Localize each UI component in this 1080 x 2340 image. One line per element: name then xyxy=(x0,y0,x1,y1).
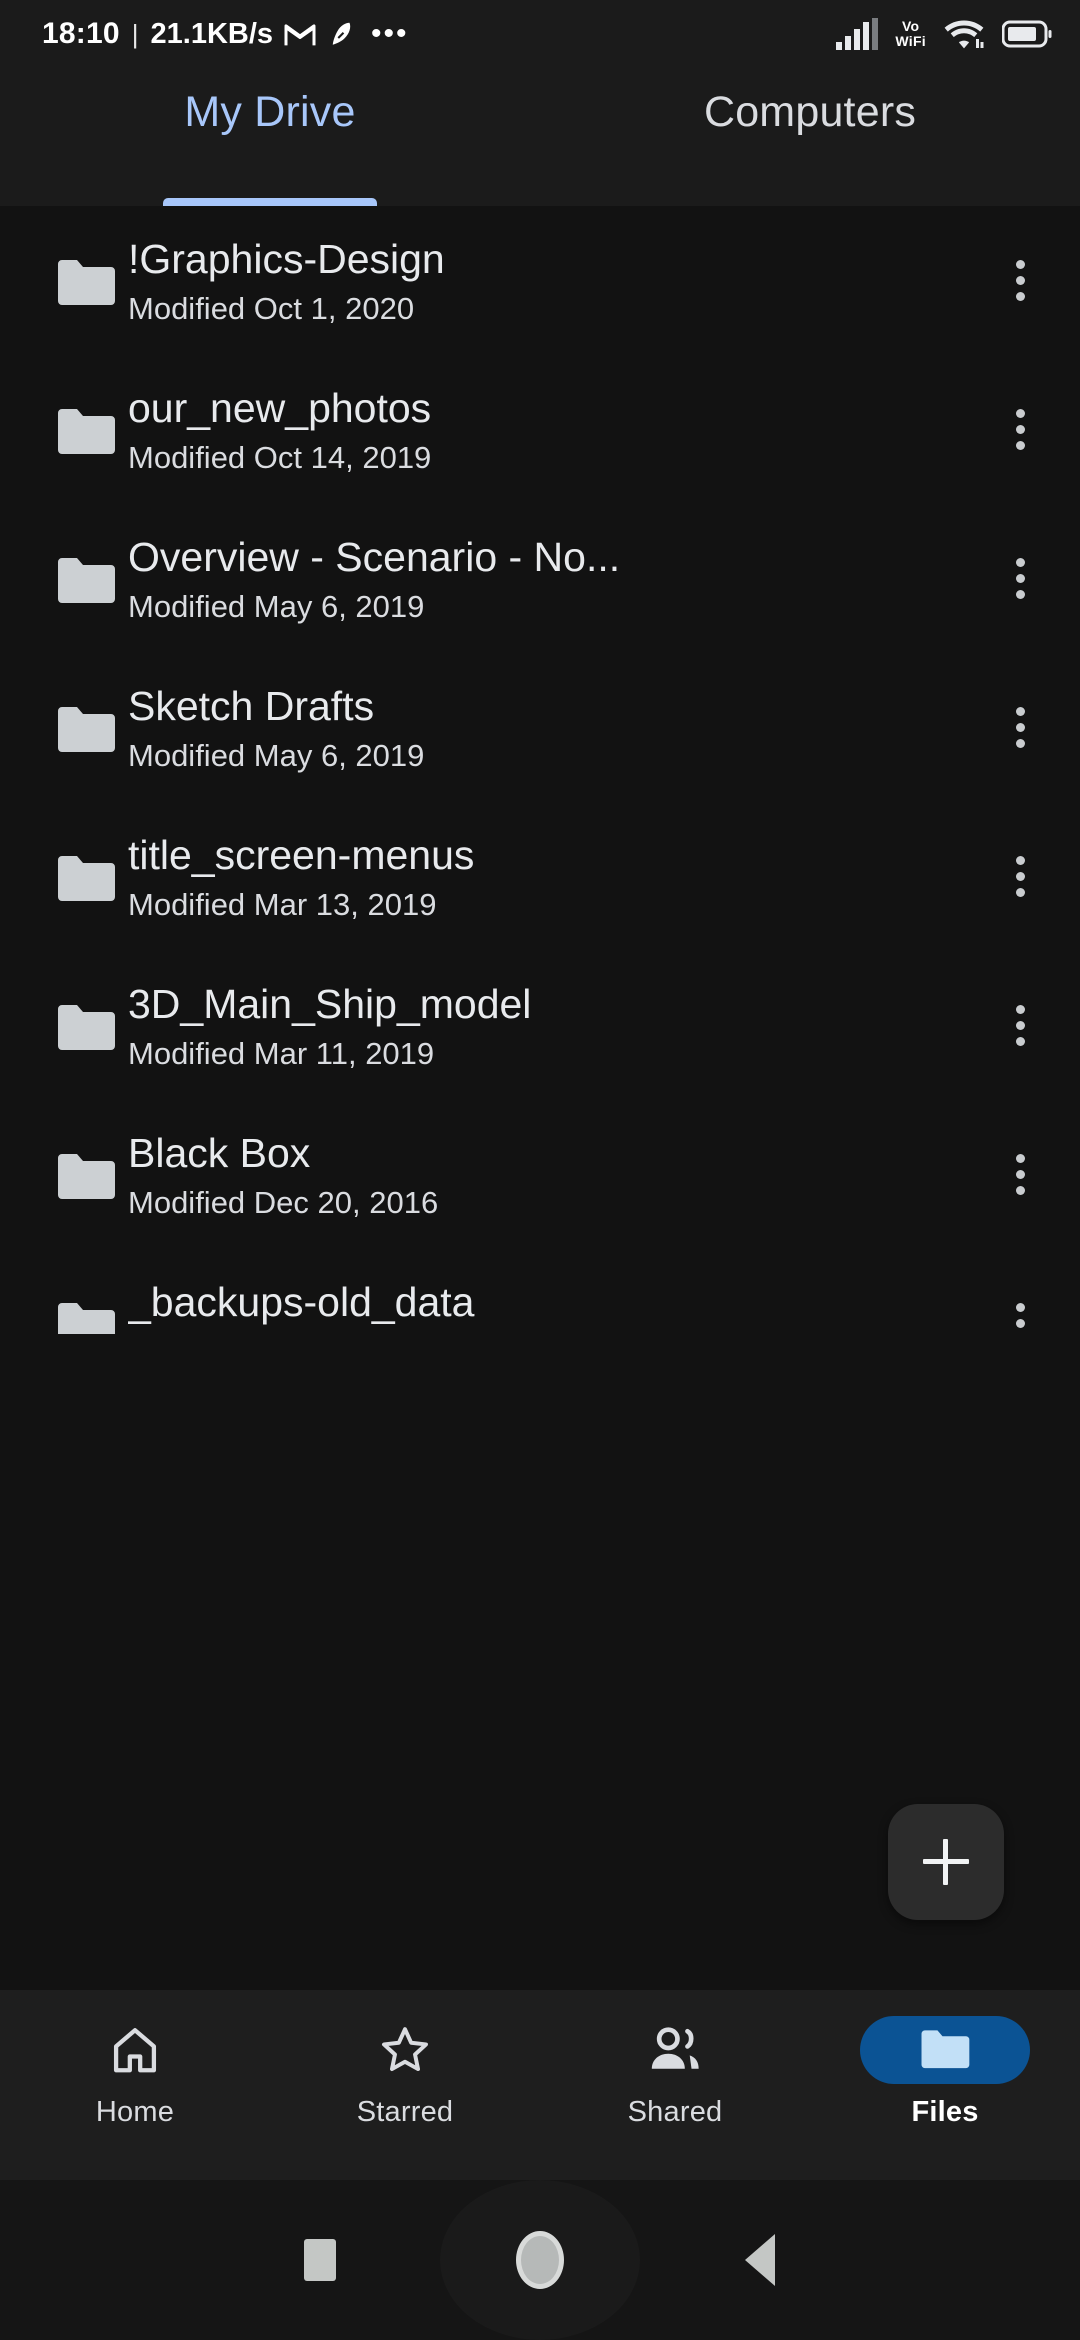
home-button[interactable] xyxy=(430,2180,650,2340)
list-item-subtitle: Modified Mar 11, 2019 xyxy=(128,1035,435,1071)
nav-item-starred[interactable]: Starred xyxy=(270,1990,540,2129)
tab-active-indicator xyxy=(163,198,377,206)
screen-root: 18:10 | 21.1KB/s ••• Vo WiFi My Drive Co… xyxy=(0,0,1080,2340)
nav-item-home-label: Home xyxy=(95,2096,175,2128)
kebab-menu-icon[interactable] xyxy=(960,802,1080,951)
list-item-title: our_new_photos xyxy=(128,384,432,431)
status-bar-right: Vo WiFi xyxy=(836,18,1052,50)
list-item-text: Overview - Scenario - No... Modified May… xyxy=(128,531,960,627)
folder-icon xyxy=(44,1298,128,1334)
list-item[interactable]: Sketch Drafts Modified May 6, 2019 xyxy=(0,653,1080,802)
list-item-text: _backups-old_data Modified Apr 5, 2015 xyxy=(128,1276,960,1335)
list-item[interactable]: Black Box Modified Dec 20, 2016 xyxy=(0,1100,1080,1249)
list-item-text: Black Box Modified Dec 20, 2016 xyxy=(128,1127,960,1223)
list-item[interactable]: title_screen-menus Modified Mar 13, 2019 xyxy=(0,802,1080,951)
list-item[interactable]: _backups-old_data Modified Apr 5, 2015 xyxy=(0,1249,1080,1334)
tab-list: My Drive Computers xyxy=(0,68,1080,206)
status-separator: | xyxy=(131,18,139,49)
vowifi-line1: Vo xyxy=(901,18,920,34)
nav-item-shared[interactable]: Shared xyxy=(540,1990,810,2129)
status-network-speed: 21.1KB/s xyxy=(150,17,274,50)
back-button[interactable] xyxy=(650,2180,870,2340)
list-item-text: our_new_photos Modified Oct 14, 2019 xyxy=(128,382,960,478)
home-icon xyxy=(50,2016,220,2084)
gmail-icon xyxy=(283,20,317,48)
plus-icon xyxy=(923,1839,969,1885)
folder-icon xyxy=(44,404,128,456)
battery-icon xyxy=(1002,19,1052,49)
nav-files-active-pill xyxy=(860,2016,1030,2084)
tab-my-drive[interactable]: My Drive xyxy=(0,68,540,206)
app-notification-icon xyxy=(327,19,357,49)
tab-my-drive-label: My Drive xyxy=(184,88,356,136)
nav-item-shared-label: Shared xyxy=(627,2096,723,2128)
list-item-subtitle: Modified Oct 14, 2019 xyxy=(128,439,432,475)
kebab-menu-icon[interactable] xyxy=(960,951,1080,1100)
list-item-title: Black Box xyxy=(128,1129,311,1176)
recents-button[interactable] xyxy=(210,2180,430,2340)
volte-wifi-indicator: Vo WiFi xyxy=(895,19,926,49)
list-item-text: !Graphics-Design Modified Oct 1, 2020 xyxy=(128,233,960,329)
folder-icon xyxy=(44,553,128,605)
list-item-title: !Graphics-Design xyxy=(128,235,445,282)
list-item-text: Sketch Drafts Modified May 6, 2019 xyxy=(128,680,960,776)
list-item-title: Overview - Scenario - No... xyxy=(128,533,621,580)
list-item-title: Sketch Drafts xyxy=(128,682,375,729)
bottom-navigation-bar: Home Starred Shared Files xyxy=(0,1990,1080,2180)
list-item-subtitle: Modified Apr 5, 2015 xyxy=(128,1332,950,1335)
back-triangle-icon xyxy=(745,2234,775,2286)
star-icon xyxy=(320,2016,490,2084)
status-bar: 18:10 | 21.1KB/s ••• Vo WiFi xyxy=(0,0,1080,68)
list-item-subtitle: Modified Oct 1, 2020 xyxy=(128,290,415,326)
list-item-title: 3D_Main_Ship_model xyxy=(128,980,532,1027)
tab-bar: My Drive Computers xyxy=(0,68,1080,206)
kebab-menu-icon[interactable] xyxy=(960,206,1080,355)
list-item[interactable]: 3D_Main_Ship_model Modified Mar 11, 2019 xyxy=(0,951,1080,1100)
kebab-menu-icon[interactable] xyxy=(960,1100,1080,1249)
list-item-title: _backups-old_data xyxy=(128,1278,475,1325)
cellular-signal-icon xyxy=(836,18,879,50)
list-item-subtitle: Modified May 6, 2019 xyxy=(128,588,425,624)
kebab-menu-icon[interactable] xyxy=(960,355,1080,504)
folder-icon xyxy=(919,2026,971,2075)
nav-item-starred-label: Starred xyxy=(356,2096,454,2128)
tab-computers-label: Computers xyxy=(703,88,917,136)
status-overflow-dots: ••• xyxy=(371,17,409,50)
folder-icon xyxy=(44,851,128,903)
recents-square-icon xyxy=(304,2239,336,2281)
home-circle-icon xyxy=(516,2231,564,2289)
list-item[interactable]: !Graphics-Design Modified Oct 1, 2020 xyxy=(0,206,1080,355)
file-list[interactable]: !Graphics-Design Modified Oct 1, 2020 ou… xyxy=(0,206,1080,1334)
create-new-fab[interactable] xyxy=(888,1804,1004,1920)
list-item[interactable]: Overview - Scenario - No... Modified May… xyxy=(0,504,1080,653)
folder-icon xyxy=(44,1149,128,1201)
status-clock: 18:10 xyxy=(42,17,120,50)
people-icon xyxy=(590,2016,760,2084)
kebab-menu-icon[interactable] xyxy=(960,504,1080,653)
list-item-text: title_screen-menus Modified Mar 13, 2019 xyxy=(128,829,960,925)
list-item-subtitle: Modified Dec 20, 2016 xyxy=(128,1184,439,1220)
nav-item-home[interactable]: Home xyxy=(0,1990,270,2129)
nav-item-files[interactable]: Files xyxy=(810,1990,1080,2129)
kebab-menu-icon[interactable] xyxy=(960,1249,1080,1334)
kebab-menu-icon[interactable] xyxy=(960,653,1080,802)
list-item[interactable]: our_new_photos Modified Oct 14, 2019 xyxy=(0,355,1080,504)
list-item-title: title_screen-menus xyxy=(128,831,475,878)
folder-icon xyxy=(44,702,128,754)
status-bar-left: 18:10 | 21.1KB/s ••• xyxy=(42,17,409,51)
folder-icon xyxy=(44,1000,128,1052)
android-system-nav xyxy=(0,2180,1080,2340)
tab-computers[interactable]: Computers xyxy=(540,68,1080,206)
list-item-text: 3D_Main_Ship_model Modified Mar 11, 2019 xyxy=(128,978,960,1074)
folder-icon xyxy=(44,255,128,307)
wifi-icon xyxy=(943,18,985,50)
vowifi-line2: WiFi xyxy=(895,33,926,49)
nav-item-files-label: Files xyxy=(911,2096,979,2128)
list-item-subtitle: Modified May 6, 2019 xyxy=(128,737,425,773)
list-item-subtitle: Modified Mar 13, 2019 xyxy=(128,886,437,922)
